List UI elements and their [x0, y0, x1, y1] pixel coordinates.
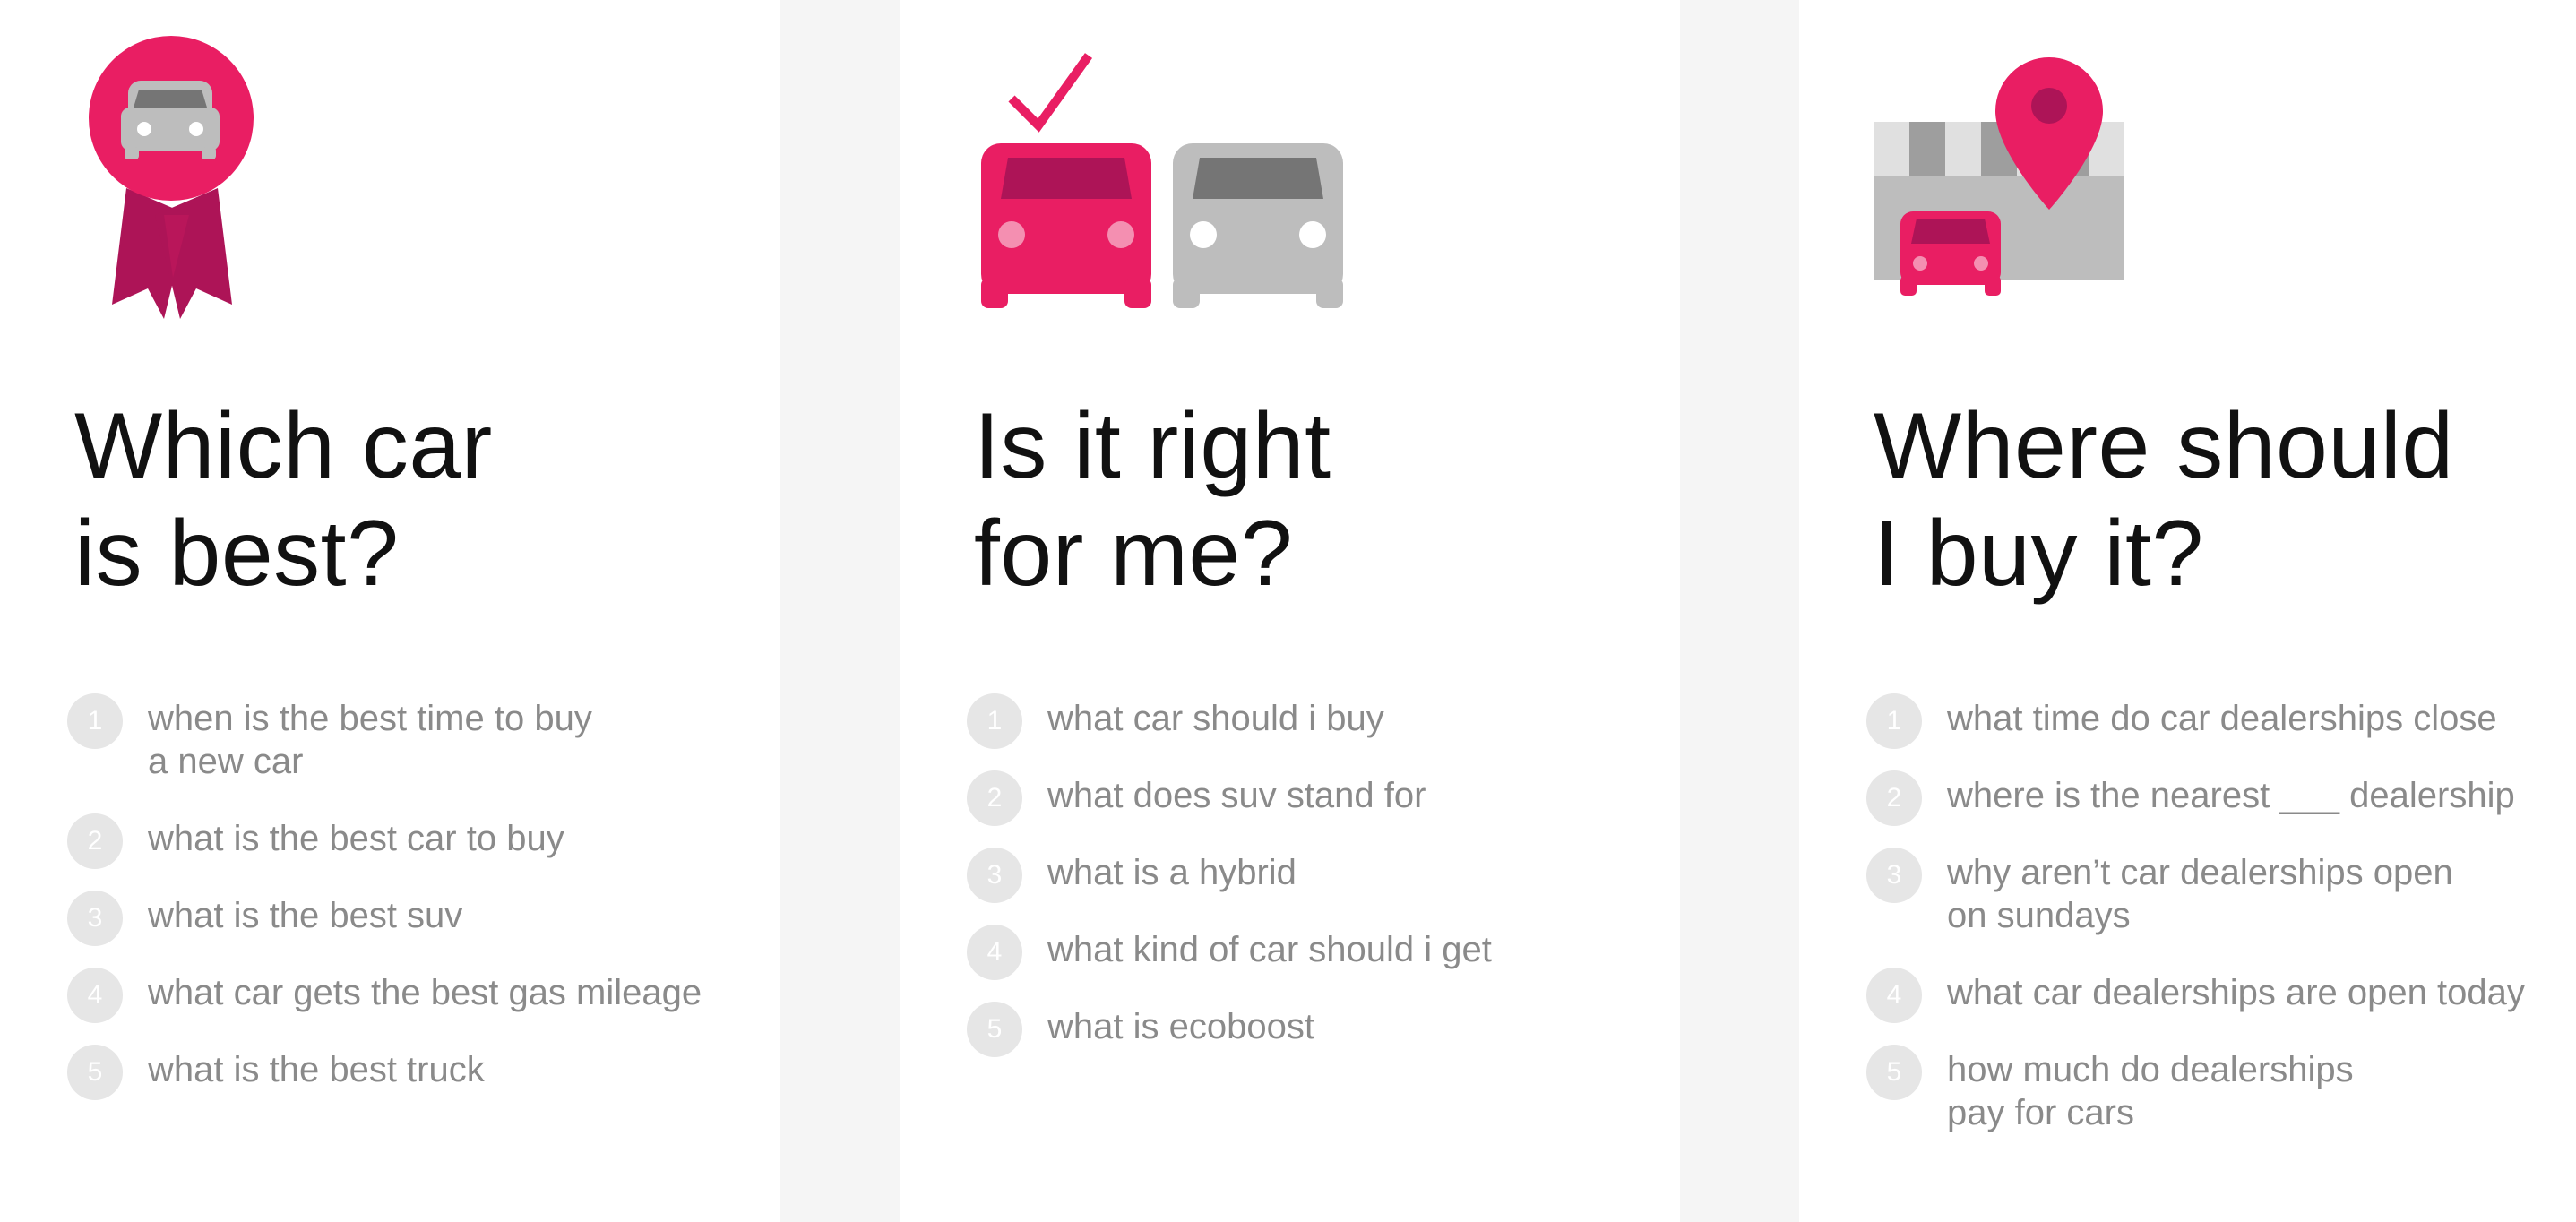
list-item: 2 where is the nearest ___ dealership — [1866, 770, 2574, 826]
rank-badge: 4 — [967, 925, 1022, 980]
heading-line-1: Is it right — [974, 394, 1331, 498]
list-item: 3 what is a hybrid — [967, 848, 1675, 903]
query-text: what is ecoboost — [1047, 1007, 1314, 1046]
query-text: what is the best truck — [148, 1050, 485, 1089]
list-item: 1 what time do car dealerships close — [1866, 693, 2574, 749]
query-text: what car should i buy — [1047, 699, 1384, 738]
query-text: what car dealerships are open today — [1947, 973, 2525, 1012]
heading-line-2: for me? — [974, 502, 1294, 606]
dealership-location-icon — [1874, 36, 2250, 323]
list-item: 2 what is the best car to buy — [67, 813, 775, 869]
query-text: what is the best suv — [148, 896, 463, 935]
rank-badge: 5 — [1866, 1045, 1922, 1100]
rank-badge: 2 — [1866, 770, 1922, 826]
rank-badge: 2 — [967, 770, 1022, 826]
query-text: where is the nearest ___ dealership — [1947, 776, 2515, 815]
query-list: 1 what time do car dealerships close 2 whe… — [1866, 693, 2574, 1168]
column-heading: Which car is best? — [74, 392, 493, 607]
rank-badge: 4 — [67, 968, 123, 1023]
rank-badge: 3 — [1866, 848, 1922, 903]
query-text: what kind of car should i get — [1047, 930, 1492, 969]
rank-badge: 4 — [1866, 968, 1922, 1023]
query-list: 1 what car should i buy 2 what does suv st… — [967, 693, 1675, 1082]
list-item: 4 what car gets the best gas mileage — [67, 968, 775, 1023]
query-text: what car gets the best gas mileage — [148, 973, 702, 1012]
list-item: 3 why aren’t car dealerships open on sund… — [1866, 848, 2574, 937]
rank-badge: 5 — [67, 1045, 123, 1100]
list-item: 4 what car dealerships are open today — [1866, 968, 2574, 1023]
list-item: 3 what is the best suv — [67, 891, 775, 946]
rank-badge: 3 — [967, 848, 1022, 903]
column-heading: Is it right for me? — [974, 392, 1331, 607]
heading-line-1: Where should — [1874, 394, 2454, 498]
list-item: 5 what is the best truck — [67, 1045, 775, 1100]
column-is-it-right-for-me: Is it right for me? 1 what car should i b… — [900, 0, 1680, 1222]
query-text: how much do dealerships pay for cars — [1947, 1050, 2354, 1132]
rank-badge: 3 — [67, 891, 123, 946]
heading-line-2: is best? — [74, 502, 400, 606]
query-list: 1 when is the best time to buy a new car … — [67, 693, 775, 1125]
query-text: why aren’t car dealerships open on sunda… — [1947, 853, 2453, 935]
award-ribbon-car-icon — [74, 36, 451, 323]
column-heading: Where should I buy it? — [1874, 392, 2454, 607]
list-item: 1 what car should i buy — [967, 693, 1675, 749]
list-item: 1 when is the best time to buy a new car — [67, 693, 775, 783]
list-item: 4 what kind of car should i get — [967, 925, 1675, 980]
heading-line-1: Which car — [74, 394, 493, 498]
rank-badge: 5 — [967, 1002, 1022, 1057]
query-text: what does suv stand for — [1047, 776, 1426, 815]
query-text: what time do car dealerships close — [1947, 699, 2497, 738]
query-text: what is a hybrid — [1047, 853, 1297, 892]
heading-line-2: I buy it? — [1874, 502, 2204, 606]
list-item: 5 how much do dealerships pay for cars — [1866, 1045, 2574, 1134]
query-text: what is the best car to buy — [148, 819, 564, 858]
rank-badge: 1 — [67, 693, 123, 749]
rank-badge: 2 — [67, 813, 123, 869]
query-text: when is the best time to buy a new car — [148, 699, 592, 781]
list-item: 2 what does suv stand for — [967, 770, 1675, 826]
column-which-car-is-best: Which car is best? 1 when is the best tim… — [0, 0, 780, 1222]
rank-badge: 1 — [1866, 693, 1922, 749]
column-where-should-i-buy-it: Where should I buy it? 1 what time do car… — [1799, 0, 2576, 1222]
list-item: 5 what is ecoboost — [967, 1002, 1675, 1057]
rank-badge: 1 — [967, 693, 1022, 749]
car-comparison-check-icon — [974, 36, 1350, 323]
